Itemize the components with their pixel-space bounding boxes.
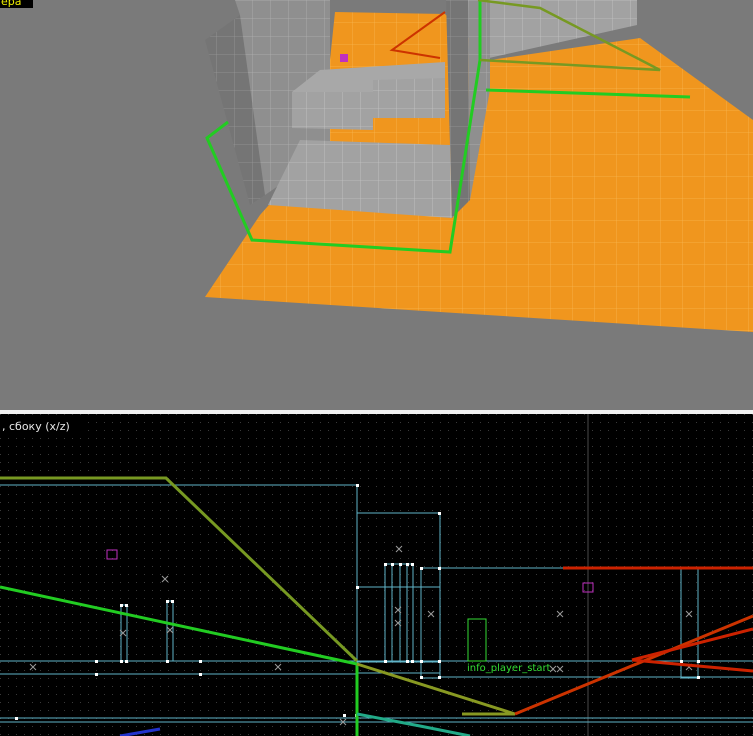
slab-brush — [268, 140, 452, 218]
side-scene[interactable]: info_player_start — [0, 414, 753, 736]
vertex-dot — [95, 673, 98, 676]
vertex-dot — [125, 660, 128, 663]
vertex-dot — [406, 563, 409, 566]
vertex-dot — [384, 660, 387, 663]
player-start-label[interactable]: info_player_start — [467, 663, 551, 674]
vertex-dot — [406, 660, 409, 663]
vertex-dot — [391, 563, 394, 566]
vertex-dot — [438, 660, 441, 663]
vertex-dot — [95, 660, 98, 663]
vertex-dot — [199, 673, 202, 676]
vertex-dot — [15, 717, 18, 720]
vertex-dot — [420, 676, 423, 679]
vertex-dot — [166, 600, 169, 603]
vertex-dot — [171, 600, 174, 603]
vertex-dot — [166, 660, 169, 663]
vertex-dot — [438, 512, 441, 515]
camera-viewport[interactable]: ера — [0, 0, 753, 410]
side-viewport[interactable]: , сбоку (x/z) info_player_start — [0, 414, 753, 736]
vertex-dot — [399, 563, 402, 566]
camera-scene[interactable] — [0, 0, 753, 410]
vertex-dot — [697, 676, 700, 679]
vertex-dot — [199, 660, 202, 663]
vertex-dot — [411, 660, 414, 663]
vertex-dot — [120, 660, 123, 663]
vertex-dot — [343, 714, 346, 717]
vertex-dot — [411, 563, 414, 566]
vertex-dot — [120, 604, 123, 607]
block-brush-right — [373, 78, 445, 118]
vertex-dot — [697, 660, 700, 663]
vertex-dot — [420, 567, 423, 570]
block-brush-inner — [292, 92, 373, 130]
side-viewport-label[interactable]: , сбоку (x/z) — [0, 419, 86, 434]
vertex-dot — [680, 660, 683, 663]
vertex-dot — [125, 604, 128, 607]
vertex-dot — [420, 660, 423, 663]
vertex-dot — [356, 484, 359, 487]
camera-viewport-label[interactable]: ера — [0, 0, 33, 8]
vertex-dot — [438, 567, 441, 570]
vertex-dot — [356, 586, 359, 589]
entity-marker-icon[interactable] — [340, 54, 348, 62]
vertex-dot — [438, 676, 441, 679]
vertex-dot — [384, 563, 387, 566]
